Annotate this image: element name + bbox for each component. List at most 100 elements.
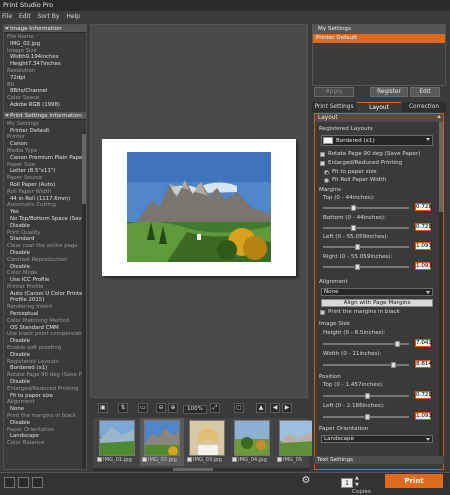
info-value: Letter (8.5"x11")	[10, 168, 56, 175]
info-value: 44 in Roll (1117.6mm)	[10, 195, 71, 202]
zoom-in-icon[interactable]: ⊕	[168, 403, 178, 413]
print-info-header[interactable]: Print Settings Information	[4, 111, 86, 120]
crop-icon[interactable]: ▣	[98, 403, 108, 413]
thumbnail-checkbox[interactable]	[142, 457, 147, 462]
copies-input[interactable]: 1	[341, 478, 353, 488]
menu-file[interactable]: File	[2, 13, 12, 20]
thumbnail-scrollbar[interactable]	[93, 468, 309, 471]
alignment-select[interactable]: None	[321, 288, 433, 296]
scroll-thumb[interactable]	[439, 122, 443, 212]
orientation-select[interactable]: Landscape	[321, 435, 433, 443]
thumbnail[interactable]: IMG_01.jpg	[95, 418, 139, 466]
scroll-thumb[interactable]	[173, 468, 213, 471]
info-panel: Image Information File Name IMG_02.jpg I…	[3, 24, 87, 470]
right-margin-slider[interactable]	[323, 264, 409, 270]
slider-knob[interactable]	[351, 225, 356, 231]
thumbnail-checkbox[interactable]	[97, 457, 102, 462]
top-margin-slider[interactable]	[323, 205, 409, 211]
tab-layout[interactable]: Layout	[357, 102, 401, 112]
thumbnail[interactable]: IMG_03.jpg	[185, 418, 229, 466]
slider-knob[interactable]	[355, 244, 360, 250]
info-label: Color Balance	[7, 440, 45, 447]
enlarged-label: Enlarged/Reduced Printing	[328, 160, 403, 166]
info-label: Paper Size	[7, 161, 36, 168]
layout-header[interactable]: Layout	[315, 114, 443, 122]
image-info-header[interactable]: Image Information	[4, 25, 86, 33]
registered-layouts-select[interactable]: Bordered (x1)	[321, 135, 433, 146]
bottom-margin-slider[interactable]	[323, 225, 409, 231]
apply-button[interactable]: Apply	[314, 87, 354, 97]
my-settings-selected[interactable]: Printer Default	[313, 34, 445, 43]
next-icon[interactable]: ▶	[282, 403, 292, 413]
height-slider[interactable]	[323, 341, 409, 347]
margins-label: Margins	[319, 187, 342, 193]
width-input[interactable]: 8.814	[415, 360, 432, 368]
view-mode-grid-icon[interactable]	[18, 477, 29, 488]
rotate-checkbox[interactable]	[320, 152, 325, 157]
fit-paper-radio[interactable]	[324, 170, 329, 175]
slider-knob[interactable]	[365, 414, 370, 420]
my-settings-header[interactable]: My Settings	[313, 25, 445, 34]
slider-knob[interactable]	[391, 362, 396, 368]
layout-scrollbar[interactable]	[439, 122, 443, 462]
register-button[interactable]: Register	[370, 87, 408, 97]
copies-stepper-icon[interactable]: ▲ ▼	[355, 475, 361, 489]
pos-left-slider[interactable]	[323, 414, 409, 420]
info-label: Print the margins in black	[7, 413, 77, 420]
image-edit-icon[interactable]: ▲	[256, 403, 266, 413]
zoom-level[interactable]: 100%	[183, 405, 207, 414]
slider-knob[interactable]	[365, 393, 370, 399]
paper-preview	[102, 139, 296, 276]
fit-roll-radio[interactable]	[324, 178, 329, 183]
thumbnail-selected[interactable]: IMG_02.jpg	[140, 418, 184, 466]
print-margins-black-checkbox[interactable]	[320, 310, 325, 315]
rotate-icon[interactable]: ⇅	[118, 403, 128, 413]
tab-correction[interactable]: Correction	[402, 102, 446, 112]
pos-top-input[interactable]: 0.728	[415, 391, 432, 399]
thumbnail-checkbox[interactable]	[232, 457, 237, 462]
slider-knob[interactable]	[395, 341, 400, 347]
print-button[interactable]: Print	[385, 474, 443, 488]
zoom-out-icon[interactable]: ⊖	[156, 403, 166, 413]
view-mode-list-icon[interactable]	[32, 477, 43, 488]
fit-window-icon[interactable]: ⤢	[210, 403, 220, 413]
info-label: Enable soft proofing	[7, 345, 62, 352]
bottom-margin-input[interactable]: 0.728	[415, 223, 432, 231]
thumbnail-label: IMG_05	[283, 457, 303, 463]
view-mode-single-icon[interactable]	[4, 477, 15, 488]
enlarged-checkbox[interactable]	[320, 161, 325, 166]
pos-left-input[interactable]: 1.093	[415, 412, 432, 420]
thumbnail[interactable]: IMG_04.jpg	[230, 418, 274, 466]
info-value: Disable	[10, 351, 30, 358]
thumbnail-checkbox[interactable]	[187, 457, 192, 462]
collapse-icon[interactable]	[437, 115, 441, 118]
right-margin-input[interactable]: 1.093	[415, 262, 432, 270]
top-margin-input[interactable]: 0.728	[415, 203, 432, 211]
pos-top-slider[interactable]	[323, 393, 409, 399]
info-label: Contrast Reproduction	[7, 256, 68, 263]
fit-icon[interactable]: ▭	[138, 403, 148, 413]
menu-sort-by[interactable]: Sort By	[38, 13, 60, 20]
thumbnail-checkbox[interactable]	[277, 457, 282, 462]
info-value: OS Standard CMM	[10, 324, 59, 331]
edit-button[interactable]: Edit	[410, 87, 440, 97]
width-slider[interactable]	[323, 362, 409, 368]
align-page-margins-button[interactable]: Align with Page Margins	[321, 299, 433, 307]
text-settings-header[interactable]: Text Settings	[314, 456, 444, 464]
slider-knob[interactable]	[351, 205, 356, 211]
preview-photo[interactable]	[127, 152, 271, 262]
gear-icon[interactable]: ⚙	[300, 474, 312, 487]
slider-knob[interactable]	[355, 264, 360, 270]
left-margin-input[interactable]: 1.093	[415, 242, 432, 250]
prev-icon[interactable]: ◀	[270, 403, 280, 413]
height-input[interactable]: 7.043	[415, 339, 432, 347]
info-scrollbar[interactable]	[82, 132, 86, 469]
guide-icon[interactable]: ▢	[234, 403, 244, 413]
info-label: Paper Orientation	[7, 426, 55, 433]
info-label: Color Space	[7, 95, 40, 102]
tab-print-settings[interactable]: Print Settings	[312, 102, 356, 112]
left-margin-slider[interactable]	[323, 244, 409, 250]
menu-edit[interactable]: Edit	[19, 13, 31, 20]
scroll-thumb[interactable]	[82, 134, 86, 204]
menu-help[interactable]: Help	[66, 13, 80, 20]
